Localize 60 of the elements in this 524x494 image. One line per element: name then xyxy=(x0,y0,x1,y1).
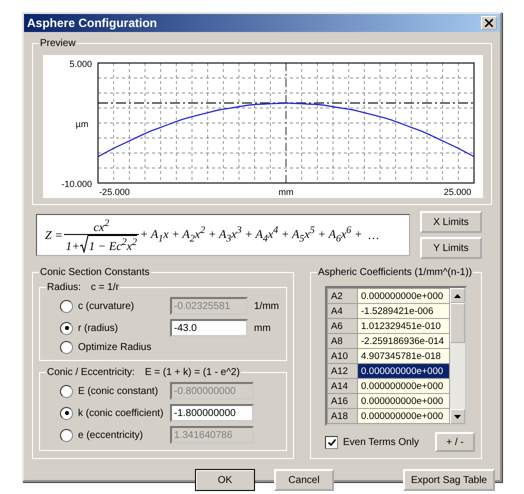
coefficient-cell[interactable]: 0.000000000e+000 xyxy=(358,364,450,378)
input-field[interactable]: -1.800000000 xyxy=(170,404,254,422)
limits-button[interactable]: X Limits xyxy=(420,211,482,233)
close-icon xyxy=(485,19,493,27)
row-header: A14 xyxy=(328,378,358,394)
y-axis-label: µm xyxy=(76,119,88,129)
group-title: Radius: xyxy=(47,282,81,293)
y-tick-label: 5.000 xyxy=(69,59,92,69)
radio-button[interactable] xyxy=(60,406,73,420)
window-title: Asphere Configuration xyxy=(27,16,158,30)
ok-button[interactable]: OK xyxy=(195,469,255,491)
coefficient-cell[interactable]: -2.259186936e-014 xyxy=(358,334,450,348)
unit-label: 1/mm xyxy=(254,300,280,312)
up-arrow-icon xyxy=(454,294,461,298)
row-header: A6 xyxy=(328,318,358,334)
coefficient-cell[interactable]: 0.000000000e+000 xyxy=(358,408,450,424)
y-tick-label: -10.000 xyxy=(61,179,92,189)
row-header: A16 xyxy=(328,394,358,408)
checkbox-label[interactable]: Even Terms Only xyxy=(343,436,419,448)
unit-label: mm xyxy=(254,322,272,334)
radio-button[interactable] xyxy=(60,322,73,334)
limits-button[interactable]: Y Limits xyxy=(420,237,482,259)
group-title: Aspheric Coefficients (1/mm^(n-1)) xyxy=(317,267,473,278)
check-icon xyxy=(328,438,336,446)
radical-sign-icon xyxy=(80,235,89,253)
coefficient-cell[interactable]: 0.000000000e+000 xyxy=(358,288,450,304)
scrollbar[interactable] xyxy=(450,288,465,424)
relation-text: E = (1 + k) = (1 - e^2) xyxy=(144,367,240,378)
coefficient-cell[interactable]: 0.000000000e+000 xyxy=(358,394,450,408)
scroll-up-button[interactable] xyxy=(450,288,465,303)
coefficient-cell[interactable]: 1.012329451e-010 xyxy=(358,318,450,334)
group-title: Conic / Eccentricity: xyxy=(47,367,135,378)
down-arrow-icon xyxy=(454,414,461,418)
scroll-down-button[interactable] xyxy=(450,409,465,424)
radio-label[interactable]: r (radius) xyxy=(78,322,118,334)
x-axis-label: mm xyxy=(278,187,294,197)
row-header: A18 xyxy=(328,408,358,424)
coefficient-cell[interactable]: -1.5289421e-006 xyxy=(358,304,450,318)
coefficient-cell[interactable]: 0.000000000e+000 xyxy=(358,378,450,394)
input-field[interactable]: -43.0 xyxy=(170,319,248,337)
row-header: A2 xyxy=(328,288,358,304)
radio-label[interactable]: Optimize Radius xyxy=(78,342,152,353)
x-tick-label: 25.000 xyxy=(444,187,472,197)
x-tick-label: -25.000 xyxy=(99,187,130,197)
row-header: A8 xyxy=(328,334,358,348)
cancel-button[interactable]: Cancel xyxy=(274,469,334,491)
group-title: Conic Section Constants xyxy=(39,267,151,278)
group-title: Preview xyxy=(39,38,77,49)
row-header: A12 xyxy=(328,364,358,378)
row-header: A10 xyxy=(328,348,358,364)
close-button[interactable] xyxy=(481,16,497,30)
plus-minus-button[interactable]: + / - xyxy=(435,432,475,452)
checkbox[interactable] xyxy=(325,436,338,448)
radio-label[interactable]: k (conic coefficient) xyxy=(78,408,164,418)
scroll-thumb[interactable] xyxy=(450,303,465,343)
sag-formula: Z = cx$^{2}$ 1+ 1 − Ec$^{2}$x$^{2}$ + A$_{1}$x + A$_{2}$x$^{2}$ + A$_{3}$x$^{3}$ + A$_{4}$x$^{4}$ + A$_{5}$x$^{5}$ + A$_{6}$x$^{6}$ + … xyxy=(36,214,410,256)
export-button[interactable]: Export Sag Table xyxy=(403,469,495,491)
relation-text: c = 1/r xyxy=(90,282,119,293)
radio-button[interactable] xyxy=(60,341,73,354)
row-header: A4 xyxy=(328,304,358,318)
